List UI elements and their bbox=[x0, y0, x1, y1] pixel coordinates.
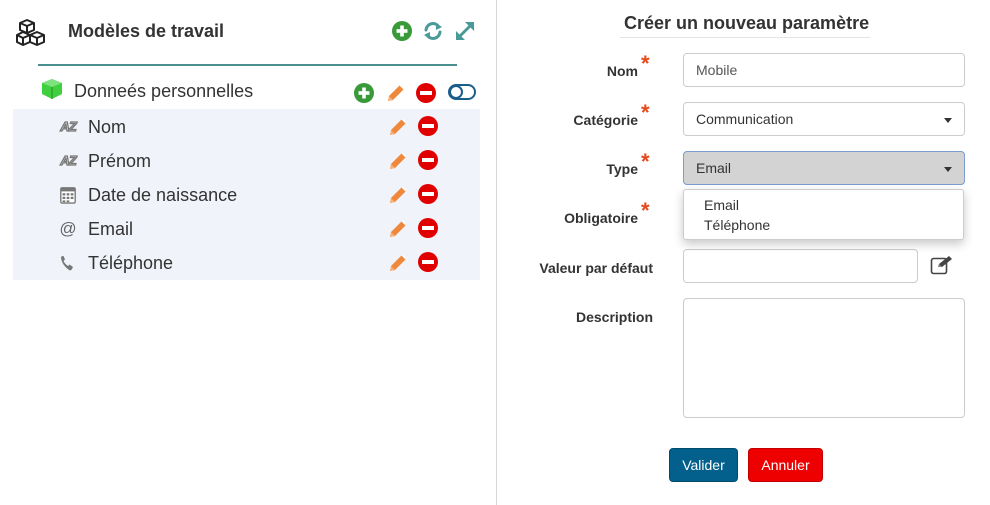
nom-input[interactable] bbox=[683, 53, 965, 87]
add-model-icon[interactable] bbox=[392, 21, 412, 41]
description-textarea[interactable] bbox=[683, 298, 965, 418]
delete-icon[interactable] bbox=[418, 218, 438, 238]
pencil-icon[interactable] bbox=[387, 218, 409, 240]
at-icon: @ bbox=[59, 219, 77, 238]
type-dropdown-menu: Email Téléphone bbox=[683, 189, 964, 240]
delete-icon[interactable] bbox=[418, 150, 438, 170]
type-option-email[interactable]: Email bbox=[704, 197, 739, 213]
field-label: Date de naissance bbox=[88, 185, 238, 205]
categorie-label: Catégorie bbox=[573, 112, 638, 128]
delete-icon[interactable] bbox=[418, 116, 438, 136]
categorie-value: Communication bbox=[696, 111, 794, 127]
type-select[interactable]: Email bbox=[683, 151, 965, 185]
field-label: Nom bbox=[88, 117, 127, 137]
type-value: Email bbox=[696, 160, 732, 176]
pencil-icon[interactable] bbox=[387, 150, 409, 172]
cubes-icon bbox=[16, 19, 45, 46]
az-text-icon: AZ bbox=[60, 118, 78, 134]
form-title: Créer un nouveau paramètre bbox=[624, 13, 870, 33]
pencil-icon[interactable] bbox=[387, 252, 409, 274]
expand-icon[interactable] bbox=[454, 20, 476, 42]
field-row-phone[interactable]: Téléphone bbox=[13, 245, 480, 279]
field-row-email[interactable]: @ Email bbox=[13, 211, 480, 245]
toggle-icon[interactable] bbox=[448, 84, 476, 100]
required-marker: * bbox=[641, 100, 650, 125]
categorie-select[interactable]: Communication bbox=[683, 102, 965, 136]
pencil-icon[interactable] bbox=[385, 82, 407, 104]
field-row-prenom[interactable]: AZ Prénom bbox=[13, 143, 480, 177]
field-label: Téléphone bbox=[88, 253, 174, 273]
refresh-icon[interactable] bbox=[422, 20, 444, 42]
delete-icon[interactable] bbox=[418, 184, 438, 204]
field-label: Email bbox=[88, 219, 134, 239]
chevron-down-icon bbox=[944, 167, 952, 172]
field-label: Prénom bbox=[88, 151, 152, 171]
work-models-panel: Modèles de travail Donneés personnelles … bbox=[0, 0, 496, 505]
tree-group-personal-data[interactable]: Donneés personnelles bbox=[38, 76, 478, 106]
required-marker: * bbox=[641, 198, 650, 223]
delete-icon[interactable] bbox=[416, 83, 436, 103]
obligatoire-label: Obligatoire bbox=[564, 210, 638, 226]
form-title-divider bbox=[620, 37, 870, 38]
phone-icon bbox=[61, 256, 73, 271]
chevron-down-icon bbox=[944, 118, 952, 123]
group-label: Donneés personnelles bbox=[74, 81, 254, 101]
panel-header: Modèles de travail bbox=[16, 12, 482, 48]
header-divider bbox=[38, 64, 457, 66]
pencil-icon[interactable] bbox=[387, 184, 409, 206]
cancel-button[interactable]: Annuler bbox=[748, 448, 823, 482]
type-label: Type bbox=[606, 161, 638, 177]
panel-title: Modèles de travail bbox=[68, 21, 225, 41]
required-marker: * bbox=[641, 51, 650, 76]
field-list: AZ Nom AZ Prénom Date de naissance @ Ema… bbox=[13, 109, 480, 280]
az-text-icon: AZ bbox=[60, 152, 78, 168]
add-field-icon[interactable] bbox=[354, 83, 374, 103]
calendar-icon bbox=[60, 187, 76, 204]
default-value-input[interactable] bbox=[683, 249, 918, 283]
pencil-icon[interactable] bbox=[387, 116, 409, 138]
field-row-birthdate[interactable]: Date de naissance bbox=[13, 177, 480, 211]
delete-icon[interactable] bbox=[418, 252, 438, 272]
required-marker: * bbox=[641, 149, 650, 174]
validate-button[interactable]: Valider bbox=[669, 448, 738, 482]
field-row-nom[interactable]: AZ Nom bbox=[13, 109, 480, 143]
edit-icon[interactable] bbox=[930, 255, 954, 275]
box-icon bbox=[42, 79, 62, 99]
type-option-telephone[interactable]: Téléphone bbox=[704, 217, 770, 233]
nom-label: Nom bbox=[606, 63, 638, 79]
default-value-label: Valeur par défaut bbox=[539, 260, 653, 276]
description-label: Description bbox=[575, 309, 653, 325]
